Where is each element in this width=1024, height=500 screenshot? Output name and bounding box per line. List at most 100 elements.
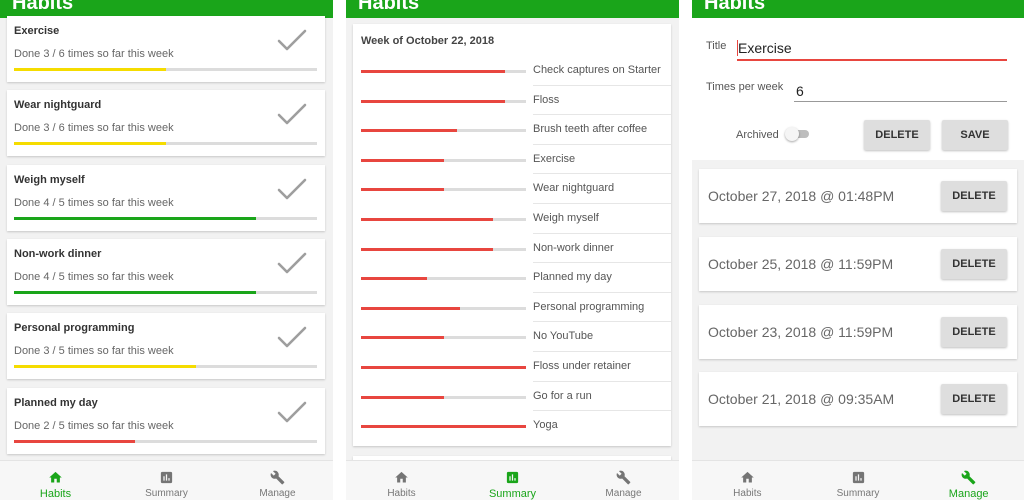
summary-habit-label: Yoga xyxy=(533,419,558,432)
summary-progress-fill xyxy=(361,247,493,251)
nav-manage[interactable]: Manage xyxy=(222,461,333,500)
delete-habit-button[interactable]: DELETE xyxy=(864,120,930,150)
archived-toggle[interactable] xyxy=(785,127,809,141)
summary-progress-track xyxy=(361,188,526,192)
delete-entry-button[interactable]: DELETE xyxy=(941,316,1007,347)
summary-row: Exercise xyxy=(353,145,671,175)
home-icon xyxy=(741,471,754,483)
nav-habits-label: Habits xyxy=(733,488,762,499)
summary-progress-fill xyxy=(361,425,526,429)
home-icon xyxy=(395,471,408,483)
bar-chart-icon xyxy=(506,471,519,484)
habit-card[interactable]: Wear nightguard Done 3 / 6 times so far t… xyxy=(7,90,325,157)
summary-habit-label: Personal programming xyxy=(533,300,645,313)
summary-habit-label: Exercise xyxy=(533,152,576,165)
check-icon[interactable] xyxy=(277,177,307,201)
manage-screen: Habits Title Exercise Times per week 6 A… xyxy=(692,0,1024,500)
entry-timestamp: October 23, 2018 @ 11:59PM xyxy=(708,323,894,340)
nav-manage[interactable]: Manage xyxy=(913,461,1024,500)
entry-timestamp: October 25, 2018 @ 11:59PM xyxy=(708,255,894,272)
nav-summary[interactable]: Summary xyxy=(803,461,914,500)
habit-progress-fill xyxy=(14,68,166,71)
summary-progress-track xyxy=(361,425,526,429)
app-bar: Habits xyxy=(692,0,1024,18)
summary-row: Personal programming xyxy=(353,293,671,323)
summary-habit-label: Check captures on Starter xyxy=(533,64,661,76)
bar-chart-icon xyxy=(160,471,173,484)
habit-progress-track xyxy=(14,290,317,294)
nav-habits[interactable]: Habits xyxy=(0,461,111,500)
habit-card[interactable]: Exercise Done 3 / 6 times so far this wee… xyxy=(7,16,325,82)
nav-summary[interactable]: Summary xyxy=(457,461,568,500)
nav-summary-label: Summary xyxy=(836,488,880,499)
habit-title: Non-work dinner xyxy=(14,247,102,260)
week-label: Week of October 22, 2018 xyxy=(361,35,495,47)
summary-progress-fill xyxy=(361,366,526,369)
delete-entry-button[interactable]: DELETE xyxy=(941,384,1007,415)
summary-progress-fill xyxy=(361,188,444,192)
nav-manage[interactable]: Manage xyxy=(568,461,679,500)
summary-progress-track xyxy=(361,247,526,251)
nav-summary[interactable]: Summary xyxy=(111,461,222,500)
title-input[interactable]: Exercise xyxy=(738,40,792,56)
app-title: Habits xyxy=(358,0,420,14)
habit-status: Done 3 / 5 times so far this week xyxy=(14,345,174,358)
title-label: Title xyxy=(706,40,727,52)
completion-entry: October 27, 2018 @ 01:48PM DELETE xyxy=(699,169,1017,223)
summary-habit-label: Wear nightguard xyxy=(533,182,615,195)
summary-progress-track xyxy=(361,336,526,340)
summary-progress-track xyxy=(361,218,526,221)
habit-title: Personal programming xyxy=(14,322,135,335)
summary-progress-track xyxy=(361,158,526,162)
archived-label: Archived xyxy=(736,129,779,141)
nav-summary-label: Summary xyxy=(145,488,188,499)
summary-habit-label: Weigh myself xyxy=(533,212,599,224)
delete-entry-button[interactable]: DELETE xyxy=(941,181,1007,211)
times-per-week-input[interactable]: 6 xyxy=(796,83,804,99)
habit-card[interactable]: Non-work dinner Done 4 / 5 times so far t… xyxy=(7,238,325,305)
summary-row: Wear nightguard xyxy=(353,174,671,204)
nav-habits[interactable]: Habits xyxy=(692,461,803,500)
habit-status: Done 3 / 6 times so far this week xyxy=(14,48,174,60)
summary-progress-fill xyxy=(361,277,427,281)
habit-progress-fill xyxy=(14,290,257,294)
wrench-icon xyxy=(270,470,285,485)
habit-card[interactable]: Personal programming Done 3 / 5 times so … xyxy=(7,313,325,380)
check-icon[interactable] xyxy=(277,102,307,126)
habits-screen: Habits Exercise Done 3 / 6 times so far t… xyxy=(0,0,333,500)
completion-entry: October 25, 2018 @ 11:59PM DELETE xyxy=(699,236,1017,291)
check-icon[interactable] xyxy=(277,325,307,349)
summary-progress-fill xyxy=(361,129,457,133)
home-icon xyxy=(49,471,62,483)
summary-progress-fill xyxy=(361,306,460,310)
summary-progress-track xyxy=(361,99,526,103)
summary-progress-fill xyxy=(361,218,493,221)
habit-title: Weigh myself xyxy=(14,173,85,186)
summary-habit-label: Brush teeth after coffee xyxy=(533,123,648,136)
habit-card[interactable]: Planned my day Done 2 / 5 times so far th… xyxy=(7,387,325,454)
habit-status: Done 4 / 5 times so far this week xyxy=(14,196,174,209)
summary-row: Floss xyxy=(353,86,671,116)
delete-entry-button[interactable]: DELETE xyxy=(941,248,1007,279)
summary-row: Weigh myself xyxy=(353,204,671,234)
habit-title: Wear nightguard xyxy=(14,99,102,112)
check-icon[interactable] xyxy=(277,251,307,275)
nav-habits[interactable]: Habits xyxy=(346,461,457,500)
app-title: Habits xyxy=(12,0,74,14)
habit-status: Done 4 / 5 times so far this week xyxy=(14,270,174,283)
nav-habits-label: Habits xyxy=(39,488,72,500)
summary-habit-label: Go for a run xyxy=(533,389,592,402)
habit-card[interactable]: Weigh myself Done 4 / 5 times so far this… xyxy=(7,164,325,231)
habit-status: Done 2 / 5 times so far this week xyxy=(14,419,174,432)
summary-progress-fill xyxy=(361,158,444,162)
nav-manage-label: Manage xyxy=(259,488,296,499)
bar-chart-icon xyxy=(852,471,864,484)
habit-progress-fill xyxy=(14,365,196,369)
save-button[interactable]: SAVE xyxy=(942,120,1008,150)
check-icon[interactable] xyxy=(277,400,307,424)
summary-progress-track xyxy=(361,306,526,310)
summary-habit-label: Floss under retainer xyxy=(533,360,631,372)
check-icon[interactable] xyxy=(277,28,307,52)
summary-habit-label: Floss xyxy=(533,93,560,106)
summary-habit-label: Non-work dinner xyxy=(533,241,614,254)
